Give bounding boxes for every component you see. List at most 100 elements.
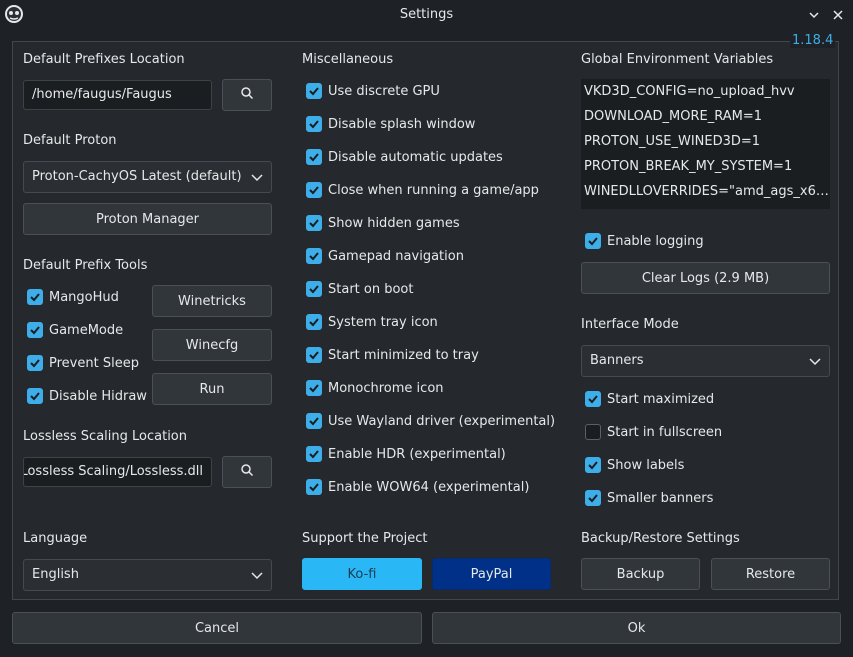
kofi-button[interactable]: Ko-fi <box>302 558 422 590</box>
chevron-down-icon <box>251 174 263 182</box>
checkbox[interactable] <box>306 413 322 429</box>
checkbox-label: Show labels <box>607 457 685 473</box>
checkbox-label: Show hidden games <box>328 215 460 231</box>
check-icon <box>30 326 40 335</box>
misc-checkbox[interactable]: Show hidden games <box>306 215 460 231</box>
prefix-tool-checkbox[interactable]: GameMode <box>27 322 123 338</box>
interface-mode-select[interactable]: Banners <box>581 345 830 377</box>
checkbox[interactable] <box>27 388 43 404</box>
misc-checkbox[interactable]: Gamepad navigation <box>306 248 464 264</box>
checkbox-label: Monochrome icon <box>328 380 444 396</box>
checkbox-label: Close when running a game/app <box>328 182 539 198</box>
checkbox[interactable] <box>306 479 322 495</box>
checkbox[interactable] <box>585 457 601 473</box>
checkbox[interactable] <box>306 83 322 99</box>
restore-button[interactable]: Restore <box>711 558 830 590</box>
checkbox[interactable] <box>585 490 601 506</box>
checkbox-label: Use discrete GPU <box>328 83 440 99</box>
prefixes-search-button[interactable] <box>222 79 272 111</box>
checkbox-label: Disable Hidraw <box>49 388 147 404</box>
prefixes-path-input[interactable]: /home/faugus/Faugus <box>23 80 212 110</box>
prefix-tool-checkbox[interactable]: MangoHud <box>27 289 119 305</box>
lossless-search-button[interactable] <box>222 456 272 488</box>
checkbox[interactable] <box>27 355 43 371</box>
check-icon <box>309 318 319 327</box>
check-icon <box>309 219 319 228</box>
prefix-tools-heading: Default Prefix Tools <box>23 258 148 273</box>
misc-checkbox[interactable]: Use Wayland driver (experimental) <box>306 413 555 429</box>
check-icon <box>309 252 319 261</box>
env-list[interactable]: VKD3D_CONFIG=no_upload_hvv DOWNLOAD_MORE… <box>581 79 830 209</box>
checkbox-label: Prevent Sleep <box>49 355 139 371</box>
check-icon <box>30 293 40 302</box>
misc-checkbox[interactable]: Start minimized to tray <box>306 347 479 363</box>
enable-logging-checkbox[interactable]: Enable logging <box>585 233 704 249</box>
proton-heading: Default Proton <box>23 133 117 148</box>
cancel-button[interactable]: Cancel <box>12 612 422 644</box>
minimize-icon[interactable] <box>805 6 823 24</box>
checkbox[interactable] <box>306 149 322 165</box>
checkbox[interactable] <box>585 391 601 407</box>
winecfg-button[interactable]: Winecfg <box>152 329 272 361</box>
checkbox[interactable] <box>306 116 322 132</box>
backup-heading: Backup/Restore Settings <box>581 531 740 546</box>
check-icon <box>588 494 598 503</box>
checkbox[interactable] <box>306 446 322 462</box>
interface-checkbox[interactable]: Start maximized <box>585 391 714 407</box>
checkbox-label: Enable WOW64 (experimental) <box>328 479 530 495</box>
misc-checkbox[interactable]: Disable splash window <box>306 116 475 132</box>
search-icon <box>240 86 254 104</box>
checkbox[interactable] <box>306 314 322 330</box>
backup-button[interactable]: Backup <box>581 558 700 590</box>
misc-checkbox[interactable]: Enable HDR (experimental) <box>306 446 506 462</box>
check-icon <box>309 384 319 393</box>
language-select[interactable]: English <box>23 559 272 591</box>
winetricks-button[interactable]: Winetricks <box>152 285 272 317</box>
paypal-button[interactable]: PayPal <box>432 558 551 590</box>
checkbox[interactable] <box>306 215 322 231</box>
checkbox[interactable] <box>27 322 43 338</box>
checkbox[interactable] <box>27 289 43 305</box>
prefix-tool-checkbox[interactable]: Disable Hidraw <box>27 388 147 404</box>
env-item[interactable]: VKD3D_CONFIG=no_upload_hvv <box>581 79 830 104</box>
misc-checkbox[interactable]: Use discrete GPU <box>306 83 440 99</box>
proton-manager-button[interactable]: Proton Manager <box>23 203 272 235</box>
interface-checkbox[interactable]: Start in fullscreen <box>585 424 722 440</box>
check-icon <box>309 186 319 195</box>
close-icon[interactable] <box>829 6 847 24</box>
chevron-down-icon <box>251 572 263 580</box>
checkbox[interactable] <box>306 281 322 297</box>
checkbox[interactable] <box>306 248 322 264</box>
check-icon <box>30 359 40 368</box>
misc-checkbox[interactable]: Monochrome icon <box>306 380 444 396</box>
interface-checkbox[interactable]: Smaller banners <box>585 490 713 506</box>
check-icon <box>309 153 319 162</box>
version-label: 1.18.4 <box>790 33 836 48</box>
check-icon <box>309 285 319 294</box>
misc-checkbox[interactable]: Start on boot <box>306 281 413 297</box>
clear-logs-button[interactable]: Clear Logs (2.9 MB) <box>581 262 830 294</box>
ok-button[interactable]: Ok <box>432 612 841 644</box>
prefix-tool-checkbox[interactable]: Prevent Sleep <box>27 355 139 371</box>
interface-checkbox[interactable]: Show labels <box>585 457 684 473</box>
check-icon <box>588 461 598 470</box>
checkbox-label: Start in fullscreen <box>607 424 723 440</box>
checkbox[interactable] <box>306 347 322 363</box>
run-button[interactable]: Run <box>152 373 272 405</box>
checkbox[interactable] <box>585 233 601 249</box>
checkbox[interactable] <box>585 424 601 440</box>
env-item[interactable]: PROTON_BREAK_MY_SYSTEM=1 <box>581 154 830 179</box>
misc-checkbox[interactable]: Close when running a game/app <box>306 182 539 198</box>
proton-select[interactable]: Proton-CachyOS Latest (default) <box>23 161 272 193</box>
language-heading: Language <box>23 531 88 546</box>
misc-checkbox[interactable]: Enable WOW64 (experimental) <box>306 479 529 495</box>
env-item[interactable]: PROTON_USE_WINED3D=1 <box>581 129 830 154</box>
lossless-path-input[interactable]: /usr/share/Lossless Scaling/Lossless.dll <box>23 457 212 487</box>
checkbox[interactable] <box>306 182 322 198</box>
misc-checkbox[interactable]: System tray icon <box>306 314 438 330</box>
env-item[interactable]: WINEDLLOVERRIDES="amd_ags_x64.dll=b" <box>581 179 830 204</box>
checkbox-label: Enable HDR (experimental) <box>328 446 506 462</box>
misc-checkbox[interactable]: Disable automatic updates <box>306 149 503 165</box>
env-item[interactable]: DOWNLOAD_MORE_RAM=1 <box>581 104 830 129</box>
checkbox[interactable] <box>306 380 322 396</box>
